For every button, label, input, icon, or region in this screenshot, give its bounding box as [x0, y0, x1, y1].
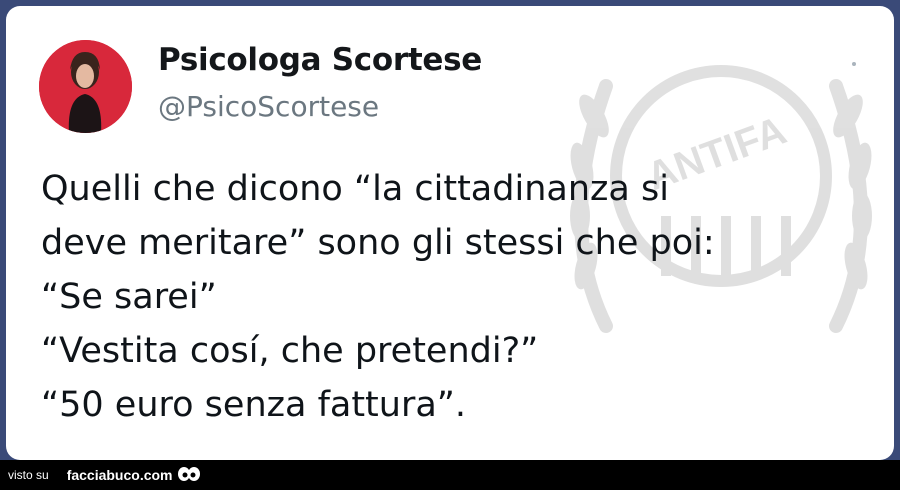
avatar[interactable]	[39, 40, 132, 133]
tweet-text: Quelli che dicono “la cittadinanza si de…	[41, 162, 715, 432]
display-name[interactable]: Psicologa Scortese	[158, 42, 482, 78]
site-footer: visto su facciabuco.com	[0, 460, 900, 490]
tweet-line: “Vestita cosí, che pretendi?”	[41, 331, 539, 371]
user-handle[interactable]: @PsicoScortese	[158, 90, 379, 123]
profile-photo-icon	[39, 40, 132, 133]
site-logo[interactable]: facciabuco.com	[67, 467, 173, 483]
tweet-line: Quelli che dicono “la cittadinanza si	[41, 169, 669, 209]
eyes-logo-icon	[177, 467, 200, 481]
more-options-icon[interactable]	[852, 62, 856, 66]
tweet-card: ANTIFA Psicologa Scortese @PsicoScortese…	[6, 6, 894, 460]
tweet-line: “Se sarei”	[41, 277, 217, 317]
tweet-line: “50 euro senza fattura”.	[41, 385, 467, 425]
tweet-line: deve meritare” sono gli stessi che poi:	[41, 223, 715, 263]
footer-visto-label: visto su	[8, 468, 49, 482]
